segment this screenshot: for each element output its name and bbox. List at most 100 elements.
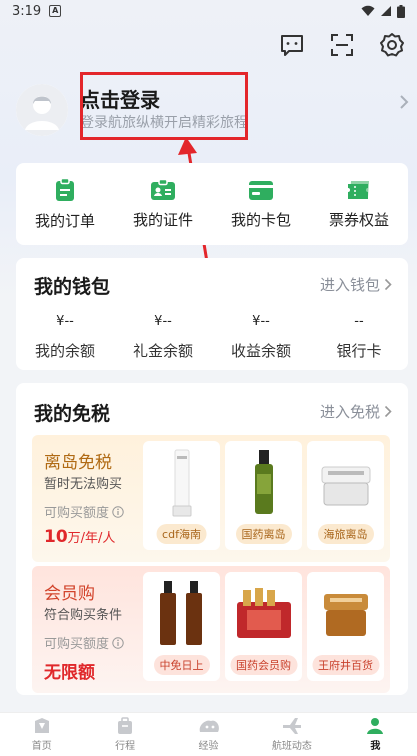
chevron-right-icon (384, 278, 392, 291)
tab-label: 行程 (115, 741, 136, 752)
experience-icon (199, 720, 219, 732)
notification-badge: A (49, 5, 62, 17)
avatar[interactable] (16, 84, 68, 136)
chevron-right-icon[interactable] (399, 94, 409, 110)
quota-label-text: 可购买额度 (44, 506, 110, 521)
id-card-icon (151, 178, 175, 200)
wallet-items: ¥-- 我的余额 ¥-- 礼金余额 ¥-- 收益余额 -- 银行卡 (16, 314, 408, 361)
header-actions (277, 30, 407, 60)
enter-wallet-link[interactable]: 进入钱包 (320, 274, 392, 295)
panel-quota-label: 可购买额度 (44, 502, 124, 521)
message-button[interactable] (277, 30, 307, 60)
bottom-tab-bar: 首页 行程 经验 航班动态 我 (0, 712, 417, 756)
panel-desc: 暂时无法购买 (44, 477, 123, 492)
scan-button[interactable] (327, 30, 357, 60)
product-card-wangfujing[interactable]: 王府井百货 (307, 572, 384, 681)
status-bar: 3:19 A (0, 0, 417, 22)
product-image-gift-box (231, 578, 296, 650)
quick-item-label: 票券权益 (328, 210, 389, 229)
message-icon (281, 35, 303, 56)
flight-icon (282, 718, 301, 734)
panel-quota-value: 10万/年/人 (44, 527, 115, 547)
tab-flight-status[interactable]: 航班动态 (250, 713, 333, 756)
tab-home[interactable]: 首页 (0, 713, 83, 756)
quick-item-label: 我的卡包 (230, 210, 291, 229)
wallet-value: -- (354, 314, 364, 329)
wallet-label: 我的余额 (34, 342, 95, 360)
panel-quota-value: 无限额 (44, 658, 95, 683)
battery-icon (397, 4, 405, 18)
product-card-hailv-island[interactable]: 海旅离岛 (307, 441, 384, 550)
wallet-item-earnings[interactable]: ¥-- 收益余额 (212, 314, 310, 361)
product-tag: 海旅离岛 (317, 524, 374, 544)
quick-item-orders[interactable]: 我的订单 (16, 163, 114, 245)
annotation-highlight-box (80, 72, 248, 140)
wallet-title: 我的钱包 (34, 276, 111, 298)
tab-label: 我 (370, 741, 381, 752)
product-card-guoyao-island[interactable]: 国药离岛 (225, 441, 302, 550)
tab-trip[interactable]: 行程 (83, 713, 166, 756)
wallet-value: ¥-- (154, 314, 172, 329)
wallet-item-bank-card[interactable]: -- 银行卡 (310, 314, 408, 361)
product-image-tube (149, 447, 214, 519)
wallet-item-gift[interactable]: ¥-- 礼金余额 (114, 314, 212, 361)
wallet-card: 我的钱包 进入钱包 ¥-- 我的余额 ¥-- 礼金余额 ¥-- 收益余额 -- … (16, 258, 408, 370)
product-tag: 国药会员购 (230, 655, 297, 675)
product-tag: 国药离岛 (235, 524, 292, 544)
product-tag: cdf海南 (156, 524, 207, 544)
wallet-label: 银行卡 (336, 342, 382, 360)
quick-item-label: 我的订单 (34, 211, 95, 230)
panel-desc: 符合购买条件 (44, 608, 123, 623)
tab-label: 首页 (31, 741, 52, 752)
signal-icon (381, 6, 391, 16)
tab-me[interactable]: 我 (334, 713, 417, 756)
quick-item-card-wallet[interactable]: 我的卡包 (212, 163, 310, 245)
settings-button[interactable] (377, 30, 407, 60)
chevron-right-icon (384, 405, 392, 418)
default-avatar-icon (16, 84, 68, 136)
enter-wallet-label: 进入钱包 (319, 276, 380, 294)
member-purchase-panel[interactable]: 会员购 符合购买条件 可购买额度 无限额 中免日上 国药会员购 王府井百货 (32, 566, 390, 693)
duty-free-card: 我的免税 进入免税 离岛免税 暂时无法购买 可购买额度 10万/年/人 cdf海… (16, 383, 408, 695)
wallet-value: ¥-- (252, 314, 270, 329)
quota-label-text: 可购买额度 (44, 637, 110, 652)
quick-item-tickets[interactable]: 票券权益 (310, 163, 408, 245)
quick-item-documents[interactable]: 我的证件 (114, 163, 212, 245)
enter-duty-free-label: 进入免税 (319, 403, 380, 421)
wallet-label: 礼金余额 (132, 342, 193, 360)
product-tag: 王府井百货 (312, 655, 379, 675)
quota-value-unit: 万/年/人 (67, 531, 116, 546)
product-image-gold-jar (313, 578, 378, 650)
enter-duty-free-link[interactable]: 进入免税 (320, 401, 392, 422)
info-icon[interactable] (112, 636, 124, 649)
panel-title: 离岛免税 (44, 453, 112, 473)
product-card-cdf[interactable]: cdf海南 (143, 441, 220, 550)
product-image-serum (231, 447, 296, 519)
wifi-icon (361, 5, 375, 16)
quota-value-big: 10 (44, 527, 68, 547)
wallet-label: 收益余额 (230, 342, 291, 360)
wallet-value: ¥-- (56, 314, 74, 329)
quota-value-big: 无限额 (44, 663, 95, 683)
tab-label: 航班动态 (271, 741, 312, 752)
info-icon[interactable] (112, 505, 124, 518)
scan-icon (331, 34, 353, 56)
panel-quota-label: 可购买额度 (44, 633, 124, 652)
card-wallet-icon (249, 180, 273, 200)
panel-title: 会员购 (44, 584, 95, 604)
island-duty-free-panel[interactable]: 离岛免税 暂时无法购买 可购买额度 10万/年/人 cdf海南 国药离岛 海旅离… (32, 435, 390, 562)
trip-icon (118, 717, 133, 734)
home-icon (34, 718, 49, 733)
wallet-item-balance[interactable]: ¥-- 我的余额 (16, 314, 114, 361)
product-image-two-bottles (149, 578, 214, 650)
tab-experience[interactable]: 经验 (167, 713, 250, 756)
quick-menu: 我的订单 我的证件 我的卡包 票券权益 (16, 163, 408, 245)
profile-icon (367, 718, 384, 734)
status-icons (361, 4, 405, 18)
product-card-cdf-rising[interactable]: 中免日上 (143, 572, 220, 681)
product-card-guoyao-member[interactable]: 国药会员购 (225, 572, 302, 681)
duty-free-title: 我的免税 (34, 403, 111, 425)
status-time: 3:19 (12, 3, 42, 19)
quick-item-label: 我的证件 (132, 210, 193, 229)
order-icon (56, 177, 74, 201)
